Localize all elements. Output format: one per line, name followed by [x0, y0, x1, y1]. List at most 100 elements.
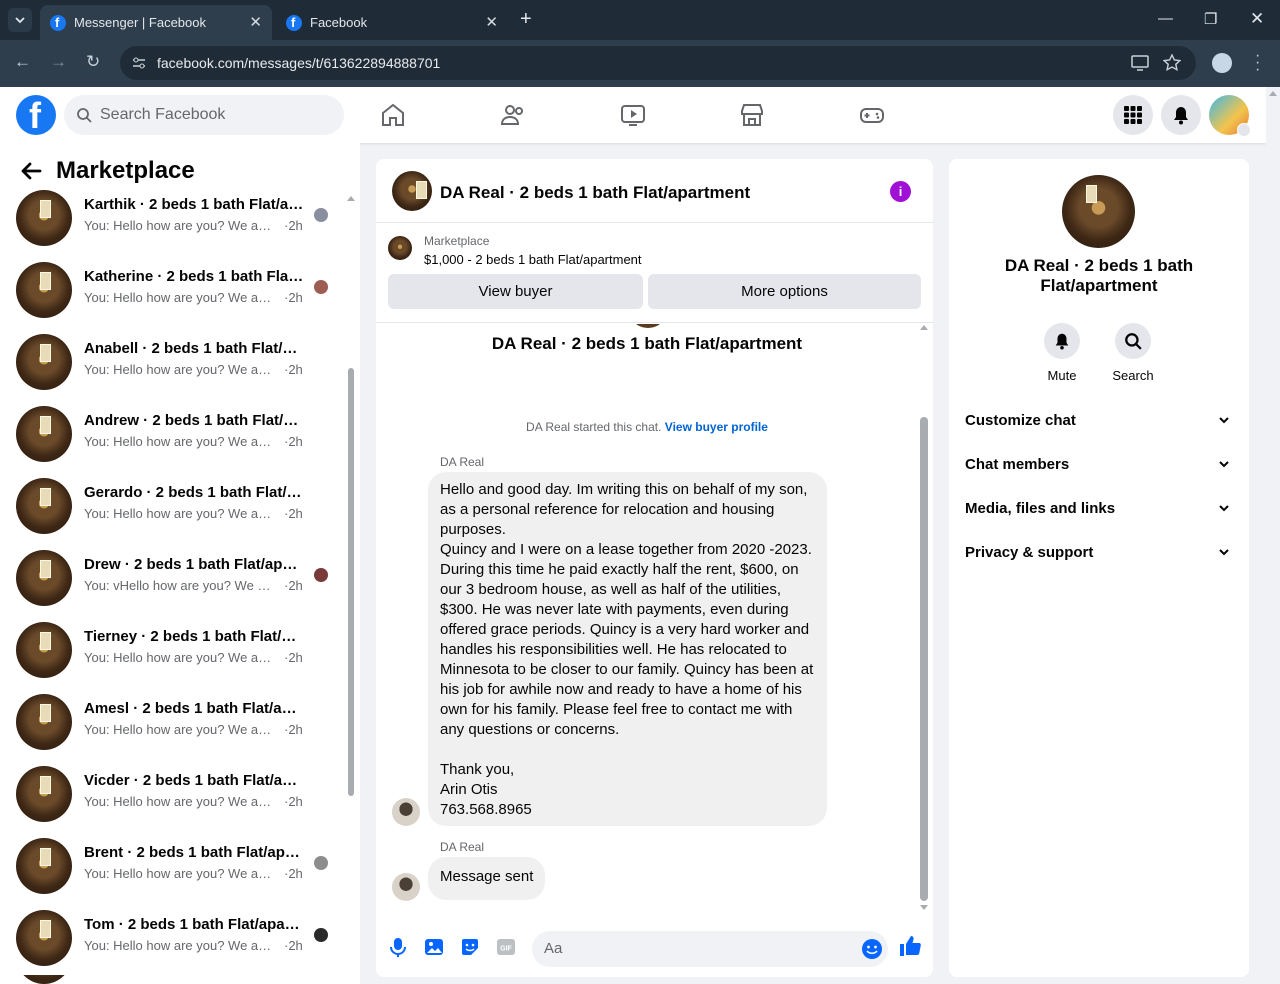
close-window-icon[interactable]: ✕: [1250, 9, 1264, 29]
conversation-item[interactable]: Anabell · 2 beds 1 bath Flat/apartment Yo…: [16, 334, 336, 392]
conversation-info-panel: DA Real · 2 beds 1 bath Flat/apartment M…: [949, 159, 1249, 977]
conversation-preview: You: vHello how are you? We are...: [84, 578, 274, 593]
new-tab-icon[interactable]: +: [520, 8, 532, 31]
conversation-item[interactable]: Vicder · 2 beds 1 bath Flat/apartment You…: [16, 766, 336, 824]
scroll-down-icon[interactable]: [920, 905, 928, 910]
like-thumbs-up-icon[interactable]: [899, 935, 921, 957]
info-section[interactable]: Media, files and links: [965, 500, 1233, 517]
back-arrow-icon[interactable]: [20, 161, 42, 181]
conversation-item[interactable]: Tom · 2 beds 1 bath Flat/apartment You: H…: [16, 910, 336, 968]
tab-search-button[interactable]: [8, 8, 32, 32]
profile-avatar[interactable]: [1212, 53, 1232, 73]
gaming-icon[interactable]: [858, 101, 886, 129]
facebook-logo-icon[interactable]: f: [16, 95, 56, 136]
conversation-item[interactable]: Brent · 2 beds 1 bath Flat/apartment You:…: [16, 838, 336, 896]
close-tab-icon[interactable]: ✕: [249, 13, 262, 31]
chevron-down-icon: [1219, 417, 1229, 424]
reload-icon[interactable]: ↻: [86, 52, 100, 72]
microphone-icon[interactable]: [388, 937, 408, 957]
view-buyer-button[interactable]: View buyer: [388, 274, 643, 309]
gif-icon[interactable]: GIF: [496, 937, 516, 957]
scroll-up-icon[interactable]: [920, 325, 928, 330]
conversation-time: ·2h: [284, 578, 303, 593]
scroll-up-icon[interactable]: [347, 196, 355, 201]
conversation-item[interactable]: Gerardo · 2 beds 1 bath Flat/apartment Yo…: [16, 478, 336, 536]
conversation-item[interactable]: Drew · 2 beds 1 bath Flat/apartment You: …: [16, 550, 336, 608]
thread-avatar: [628, 324, 668, 328]
message-input[interactable]: Aa: [532, 931, 888, 967]
friends-icon[interactable]: [499, 101, 527, 129]
message-line: Minnesota to be closer to our family. Qu…: [440, 661, 814, 678]
sender-avatar[interactable]: [392, 873, 420, 901]
chat-scroll-thumb[interactable]: [920, 417, 928, 901]
notifications-button[interactable]: [1161, 95, 1201, 135]
marketplace-icon[interactable]: [738, 101, 766, 129]
more-options-button[interactable]: More options: [648, 274, 921, 309]
mute-button[interactable]: Mute: [1027, 323, 1097, 383]
search-placeholder: Search Facebook: [100, 106, 226, 123]
chat-title[interactable]: DA Real · 2 beds 1 bath Flat/apartment: [440, 183, 750, 203]
sender-avatar[interactable]: [392, 798, 420, 826]
message-line: his job for awhile now and ready to have…: [440, 681, 802, 698]
close-tab-icon[interactable]: ✕: [485, 13, 498, 31]
conversation-item[interactable]: Tierney · 2 beds 1 bath Flat/apartment Yo…: [16, 622, 336, 680]
install-app-icon[interactable]: [1131, 55, 1149, 71]
sidebar-title: Marketplace: [56, 157, 195, 184]
search-conversation-button[interactable]: Search: [1098, 323, 1168, 383]
message-line: Arin Otis: [440, 781, 498, 798]
message-line: any questions or concerns.: [440, 721, 620, 738]
sidebar-scroll-thumb[interactable]: [348, 368, 354, 796]
browser-menu-icon[interactable]: · · ·: [1255, 48, 1260, 78]
emoji-icon[interactable]: [861, 938, 883, 960]
photo-icon[interactable]: [424, 937, 444, 957]
view-buyer-profile-link[interactable]: View buyer profile: [665, 420, 768, 434]
back-icon[interactable]: ←: [14, 52, 31, 72]
sticker-icon[interactable]: [460, 937, 480, 957]
site-settings-icon[interactable]: [132, 56, 146, 70]
conversation-name: Tierney · 2 beds 1 bath Flat/apartment: [84, 628, 304, 645]
forward-icon[interactable]: →: [50, 52, 67, 72]
search-icon: [77, 108, 92, 123]
conversation-preview: You: Hello how are you? We are ...: [84, 290, 274, 305]
video-icon[interactable]: [619, 101, 647, 129]
message-line: as a personal reference for relocation a…: [440, 501, 775, 518]
minimize-icon[interactable]: —: [1158, 10, 1173, 27]
info-section[interactable]: Customize chat: [965, 412, 1233, 429]
message-bubble[interactable]: Hello and good day. Im writing this on b…: [428, 472, 827, 826]
info-icon[interactable]: i: [890, 181, 911, 202]
conversation-avatar[interactable]: [1062, 175, 1135, 248]
message-placeholder: Aa: [544, 940, 563, 957]
page-scrollbar[interactable]: [1266, 87, 1280, 984]
listing-thumbnail: [16, 910, 72, 966]
tab-facebook[interactable]: Facebook ✕: [276, 5, 508, 40]
info-section[interactable]: Privacy & support: [965, 544, 1233, 561]
listing-label: Marketplace: [424, 234, 490, 248]
search-facebook-input[interactable]: Search Facebook: [64, 95, 344, 135]
conversation-item-partial[interactable]: [16, 975, 336, 984]
listing-thumbnail: [16, 622, 72, 678]
home-icon[interactable]: [379, 101, 407, 129]
conversation-item[interactable]: Andrew · 2 beds 1 bath Flat/apartment You…: [16, 406, 336, 464]
conversation-item[interactable]: Karthik · 2 beds 1 bath Flat/apartment Yo…: [16, 190, 336, 248]
address-bar[interactable]: facebook.com/messages/t/613622894888701: [120, 46, 1196, 80]
restore-icon[interactable]: ❐: [1204, 10, 1217, 28]
chat-avatar[interactable]: [392, 171, 432, 211]
menu-button[interactable]: [1113, 95, 1153, 135]
info-section[interactable]: Chat members: [965, 456, 1233, 473]
svg-text:GIF: GIF: [500, 946, 512, 953]
bell-icon: [1055, 333, 1069, 350]
conversation-name: Vicder · 2 beds 1 bath Flat/apartment: [84, 772, 304, 789]
mute-label: Mute: [1047, 368, 1077, 383]
chevron-down-icon: [1237, 123, 1251, 137]
conversation-time: ·2h: [284, 794, 303, 809]
conversation-item[interactable]: Amesl · 2 beds 1 bath Flat/apartment You:…: [16, 694, 336, 752]
conversation-time: ·2h: [284, 434, 303, 449]
conversation-item[interactable]: Katherine · 2 beds 1 bath Flat/apartment…: [16, 262, 336, 320]
scroll-up-icon[interactable]: [1269, 91, 1277, 96]
bookmark-star-icon[interactable]: [1163, 54, 1181, 72]
seen-avatar: [314, 856, 328, 870]
tab-messenger[interactable]: Messenger | Facebook ✕: [40, 5, 272, 40]
conversation-name: Gerardo · 2 beds 1 bath Flat/apartment: [84, 484, 304, 501]
message-bubble[interactable]: Message sent: [428, 857, 546, 900]
account-avatar[interactable]: [1209, 95, 1251, 137]
